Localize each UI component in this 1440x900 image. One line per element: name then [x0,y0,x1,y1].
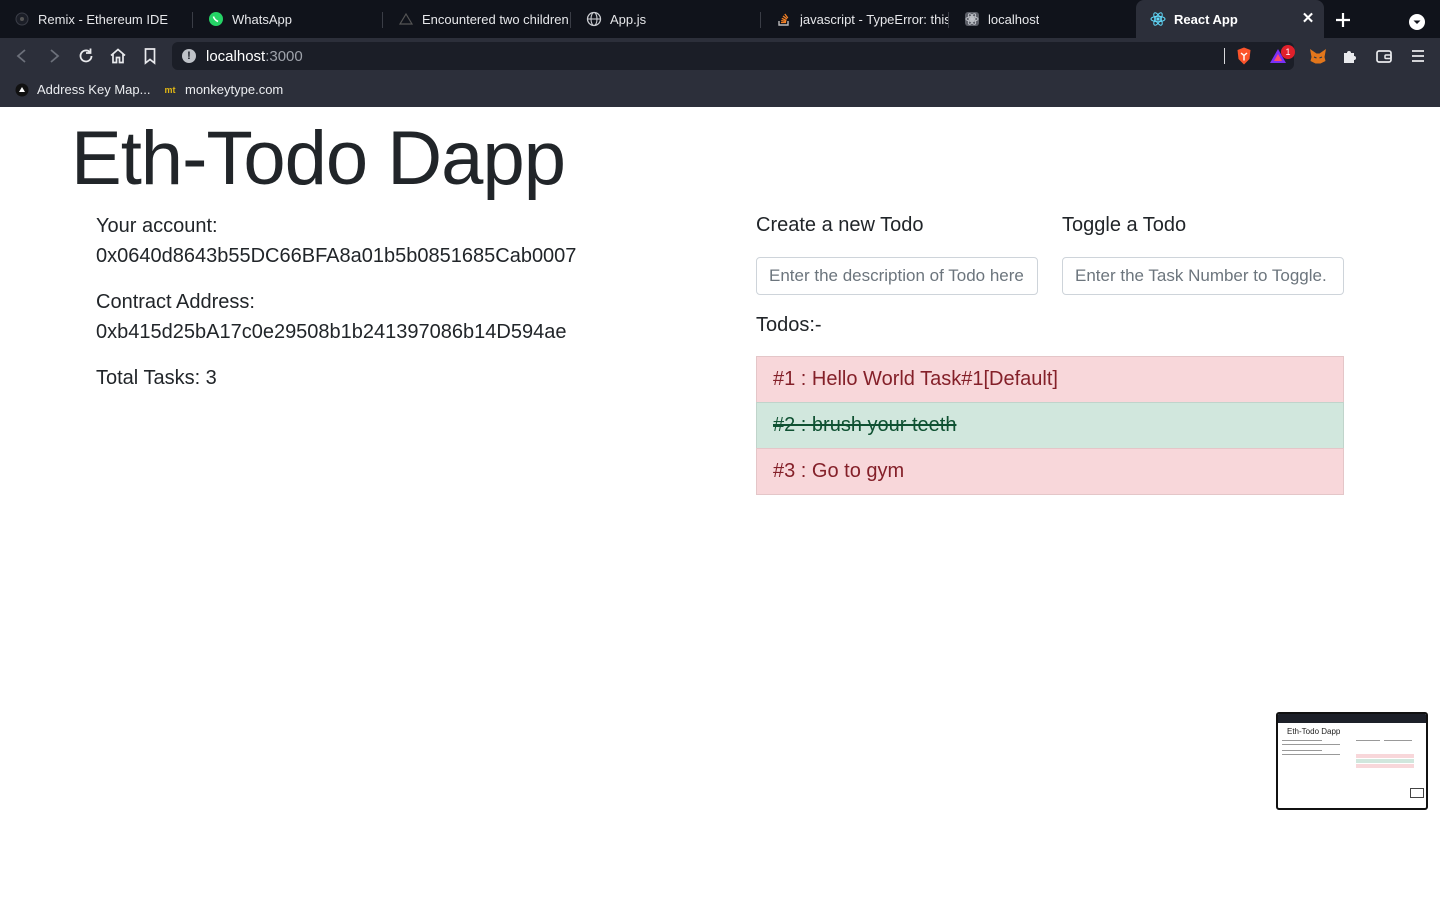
bookmark-label: monkeytype.com [185,82,284,97]
todos-heading: Todos:- [756,314,822,336]
tab-title: App.js [610,11,647,27]
preview-line [1282,754,1340,755]
stackoverflow-icon [776,11,792,27]
bookmark-site-icon [15,83,29,97]
page-content: Eth-Todo Dapp Your account: 0x0640d8643b… [0,107,1440,900]
globe-icon [586,11,602,27]
tab-title: javascript - TypeError: this [800,11,948,27]
forward-icon[interactable] [44,46,64,66]
notification-badge: 1 [1281,45,1295,59]
preview-browser-chrome [1278,714,1426,723]
url-divider [1224,48,1225,64]
site-info-icon[interactable]: ! [182,49,196,63]
back-icon[interactable] [12,46,32,66]
whatsapp-icon [208,11,224,27]
preview-line [1282,740,1322,741]
account-label: Your account: [96,215,218,237]
monkeytype-icon: mt [164,84,176,95]
tab-remix[interactable]: Remix - Ethereum IDE [0,0,190,38]
todo-list: #1 : Hello World Task#1[Default] #2 : br… [756,356,1344,495]
bookmark-monkeytype[interactable]: mt monkeytype.com [163,82,284,97]
tab-title: Encountered two children w [422,11,570,27]
create-todo-label: Create a new Todo [756,214,924,236]
tab-separator [570,12,571,28]
toggle-todo-input[interactable] [1062,257,1344,295]
tab-encountered[interactable]: Encountered two children w [384,0,570,38]
tab-separator [948,12,949,28]
contract-address: 0xb415d25bA17c0e29508b1b241397086b14D594… [96,321,567,343]
tab-search-icon[interactable] [1409,14,1425,30]
vercel-icon [398,11,414,27]
tab-title: WhatsApp [232,11,292,27]
preview-row [1356,754,1414,758]
tab-preview-thumbnail[interactable]: Eth-Todo Dapp [1276,712,1428,810]
toggle-todo-label: Toggle a Todo [1062,214,1187,236]
todo-item[interactable]: #2 : brush your teeth [756,402,1344,449]
metamask-icon[interactable] [1308,46,1328,66]
wallet-icon[interactable] [1374,46,1394,66]
preview-line [1356,740,1380,741]
close-tab-icon[interactable]: ✕ [1300,11,1316,27]
extensions-icon[interactable] [1340,46,1360,66]
home-icon[interactable] [108,46,128,66]
preview-viewport-box [1410,788,1424,798]
page-title: Eth-Todo Dapp [71,116,566,201]
bookmarks-bar: Address Key Map... mt monkeytype.com [0,74,1440,107]
tab-title: Remix - Ethereum IDE [38,11,169,27]
contract-section: Contract Address: 0xb415d25bA17c0e29508b… [96,287,566,347]
bookmark-icon[interactable] [140,46,160,66]
preview-line [1282,750,1322,751]
brave-shields-icon[interactable] [1234,46,1254,66]
create-todo-input[interactable] [756,257,1038,295]
preview-line [1282,744,1340,745]
tab-title: localhost [988,11,1040,27]
total-tasks: Total Tasks: 3 [96,367,217,389]
localhost-icon [964,11,980,27]
tab-separator [760,12,761,28]
preview-row [1356,759,1414,763]
todo-item[interactable]: #1 : Hello World Task#1[Default] [756,356,1344,403]
tab-separator [192,12,193,28]
remix-icon [14,11,30,27]
url-text: localhost:3000 [206,48,303,65]
tab-react-app[interactable]: React App ✕ [1136,0,1324,38]
url-host: localhost [206,48,266,65]
preview-row [1356,764,1414,768]
tab-app-js[interactable]: App.js [572,0,758,38]
bookmark-address-key-map[interactable]: Address Key Map... [15,82,150,97]
bookmark-label: Address Key Map... [37,82,151,97]
tab-title: React App [1174,11,1238,27]
contract-label: Contract Address: [96,291,255,313]
address-bar[interactable]: ! localhost:3000 [172,42,1294,70]
reload-icon[interactable] [76,46,96,66]
account-address: 0x0640d8643b55DC66BFA8a01b5b0851685Cab00… [96,245,577,267]
react-icon [1150,11,1166,27]
toolbar: ! localhost:3000 1 [0,38,1440,74]
account-section: Your account: 0x0640d8643b55DC66BFA8a01b… [96,211,576,271]
tab-strip: Remix - Ethereum IDE WhatsApp Encountere… [0,0,1440,38]
tab-localhost[interactable]: localhost [950,0,1134,38]
url-port: :3000 [265,48,303,65]
new-tab-icon[interactable] [1333,10,1353,30]
preview-line [1384,740,1412,741]
menu-icon[interactable] [1408,46,1428,66]
tab-stackoverflow[interactable]: javascript - TypeError: this [762,0,948,38]
tab-separator [382,12,383,28]
todo-item[interactable]: #3 : Go to gym [756,448,1344,495]
preview-title: Eth-Todo Dapp [1287,727,1341,736]
tab-whatsapp[interactable]: WhatsApp [194,0,382,38]
